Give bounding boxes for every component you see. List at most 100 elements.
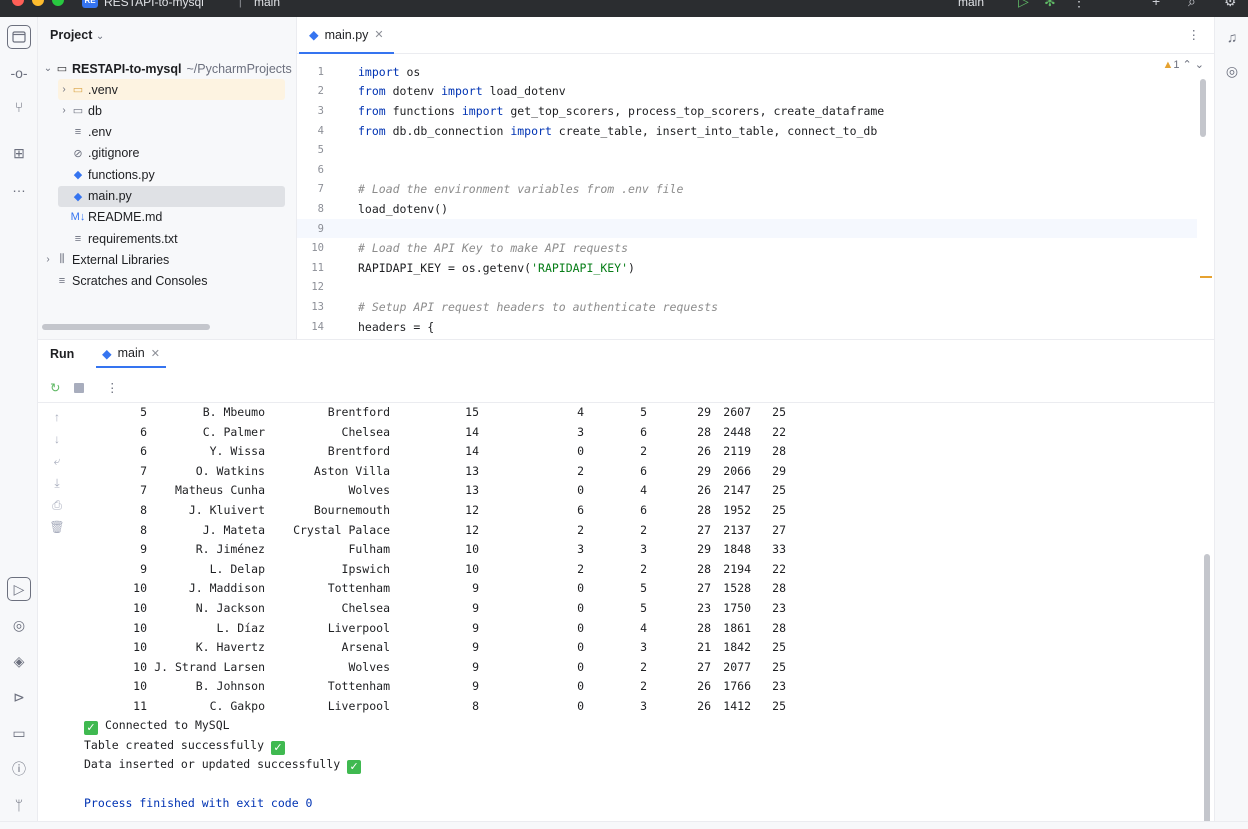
tree-item[interactable]: › ⫼ External Libraries [42, 249, 285, 270]
tree-item[interactable]: ≡ Scratches and Consoles [42, 271, 285, 292]
markdown-file-icon: M↓ [70, 211, 86, 224]
project-panel-title[interactable]: Project ⌄ [50, 28, 104, 42]
line-number[interactable]: 6 [297, 164, 347, 176]
line-number[interactable]: 12 [297, 281, 347, 293]
chevron-right-icon[interactable]: › [58, 105, 70, 116]
debug-icon[interactable]: ✻ [1044, 0, 1056, 10]
console-row: 10 J. Strand Larsen Wolves 9 0 2 27 2077 25 [38, 658, 838, 678]
tree-root[interactable]: ⌄ ▭ RESTAPI-to-mysql ~/PycharmProjects [42, 58, 292, 79]
console-cell: 2448 [723, 424, 751, 439]
console-cell: 27 [697, 659, 711, 674]
line-number[interactable]: 14 [297, 321, 347, 333]
line-number[interactable]: 5 [297, 144, 347, 156]
console-cell: 28 [772, 581, 786, 596]
code-line[interactable]: 5 [297, 140, 1197, 160]
more-tabs-icon[interactable]: ⋮ [1188, 27, 1201, 42]
console-output[interactable]: ↑ ↓ ⤶ ⤓ ⎙ 🗑 5 B. Mbeumo Brentford 15 4 5 29 260… [38, 404, 1214, 821]
ai-assistant-icon[interactable]: ◎ [1220, 59, 1244, 83]
tree-item-label: Scratches and Consoles [72, 274, 208, 289]
line-number[interactable]: 2 [297, 85, 347, 97]
tab-main-py[interactable]: ◆ main.py ✕ [299, 17, 394, 54]
code-line[interactable]: 8 load_dotenv() [297, 199, 1197, 219]
tree-item-label: .env [88, 125, 112, 140]
project-switcher[interactable]: RESTAPI-to-mysql [104, 0, 204, 9]
more-actions-icon[interactable]: ⋮ [1072, 0, 1086, 10]
rerun-icon[interactable]: ↻ [50, 380, 60, 395]
check-icon: ✓ [84, 721, 98, 735]
line-number[interactable]: 3 [297, 105, 347, 117]
title-bar: RE RESTAPI-to-mysql ᛘ main main ▷ ✻ ⋮ + … [0, 0, 1248, 17]
search-icon[interactable]: ⌕ [1188, 0, 1196, 10]
tree-item[interactable]: ≡ requirements.txt [58, 228, 285, 249]
tree-item[interactable]: ◆ main.py [58, 185, 285, 207]
console-row: 7 Matheus Cunha Wolves 13 0 4 26 2147 25 [38, 481, 838, 501]
tree-item[interactable]: › ▭ .venv [58, 79, 285, 100]
pull-requests-icon[interactable]: ⑂ [7, 95, 31, 119]
console-cell: 25 [772, 659, 786, 674]
project-tool-icon[interactable] [7, 25, 31, 49]
more-actions-icon[interactable]: ⋮ [106, 380, 119, 395]
code-line[interactable]: 7 # Load the environment variables from .… [297, 180, 1197, 200]
problems-tool-icon[interactable]: ⓘ [7, 757, 31, 781]
line-number[interactable]: 9 [297, 223, 347, 235]
editor-tab-bar: ◆ main.py ✕ ⋮ [297, 17, 1214, 54]
tree-item[interactable]: M↓ README.md [58, 207, 285, 228]
minimize-window-button[interactable] [32, 0, 44, 6]
table-created-message: Table created successfully ✓ [84, 736, 285, 756]
code-line[interactable]: 2 from dotenv import load_dotenv [297, 82, 1197, 102]
code-line[interactable]: 10 # Load the API Key to make API request… [297, 238, 1197, 258]
python-packages-icon[interactable]: ◎ [7, 613, 31, 637]
stop-icon[interactable] [74, 383, 84, 393]
code-line[interactable]: 13 # Setup API request headers to authent… [297, 297, 1197, 317]
branch-switcher[interactable]: main [254, 0, 280, 9]
tree-item[interactable]: ◆ functions.py [58, 164, 285, 185]
more-tools-icon[interactable]: … [7, 175, 31, 199]
code-token: import [461, 103, 504, 118]
close-window-button[interactable] [12, 0, 24, 6]
chevron-right-icon[interactable]: › [58, 84, 70, 95]
close-tab-icon[interactable]: ✕ [151, 347, 160, 360]
run-icon[interactable]: ▷ [1018, 0, 1029, 10]
code-line[interactable]: 14 headers = { [297, 317, 1197, 337]
run-tab-main[interactable]: ◆ main ✕ [96, 340, 166, 368]
code-line[interactable]: 9 [297, 218, 1197, 239]
layers-icon[interactable]: ◈ [7, 649, 31, 673]
terminal-tool-icon[interactable]: ▭ [7, 721, 31, 745]
zoom-window-button[interactable] [52, 0, 64, 6]
commit-tool-icon[interactable]: -o- [7, 61, 31, 85]
chevron-right-icon[interactable]: › [42, 254, 54, 265]
exit-message: Process finished with exit code 0 [84, 796, 313, 810]
code-line[interactable]: 1 import os [297, 62, 1197, 82]
console-cell: J. Strand Larsen [154, 659, 265, 674]
run-config-selector[interactable]: main [958, 0, 984, 9]
code-line[interactable]: 4 from db.db_connection import create_tab… [297, 121, 1197, 141]
editor-scrollbar[interactable] [1200, 79, 1206, 137]
console-scrollbar[interactable] [1204, 554, 1210, 821]
code-line[interactable]: 12 [297, 278, 1197, 298]
code-line[interactable]: 11 RAPIDAPI_KEY = os.getenv('RAPIDAPI_KEY… [297, 258, 1197, 278]
line-number[interactable]: 1 [297, 66, 347, 78]
settings-icon[interactable]: ⚙ [1224, 0, 1237, 10]
line-number[interactable]: 10 [297, 242, 347, 254]
run-tab-label: main [117, 346, 145, 360]
code-line[interactable]: 3 from functions import get_top_scorers, … [297, 101, 1197, 121]
git-tool-icon[interactable]: ᛘ [7, 793, 31, 817]
tree-item[interactable]: ⊘ .gitignore [58, 143, 285, 164]
close-tab-icon[interactable]: ✕ [374, 28, 383, 41]
line-number[interactable]: 13 [297, 301, 347, 313]
run-tool-icon[interactable]: ▷ [7, 577, 31, 601]
tree-item[interactable]: › ▭ db [58, 100, 285, 121]
structure-tool-icon[interactable]: ⊞ [7, 141, 31, 165]
services-icon[interactable]: ⊳ [7, 685, 31, 709]
line-number[interactable]: 11 [297, 262, 347, 274]
add-user-icon[interactable]: + [1152, 0, 1160, 9]
code-line[interactable]: 6 [297, 160, 1197, 180]
line-number[interactable]: 4 [297, 125, 347, 137]
notifications-icon[interactable]: ♫ [1220, 25, 1244, 49]
warning-stripe[interactable] [1200, 276, 1212, 278]
line-number[interactable]: 7 [297, 183, 347, 195]
console-cell: 3 [640, 542, 647, 557]
horizontal-scrollbar[interactable] [42, 324, 210, 330]
line-number[interactable]: 8 [297, 203, 347, 215]
tree-item[interactable]: ≡ .env [58, 122, 285, 143]
